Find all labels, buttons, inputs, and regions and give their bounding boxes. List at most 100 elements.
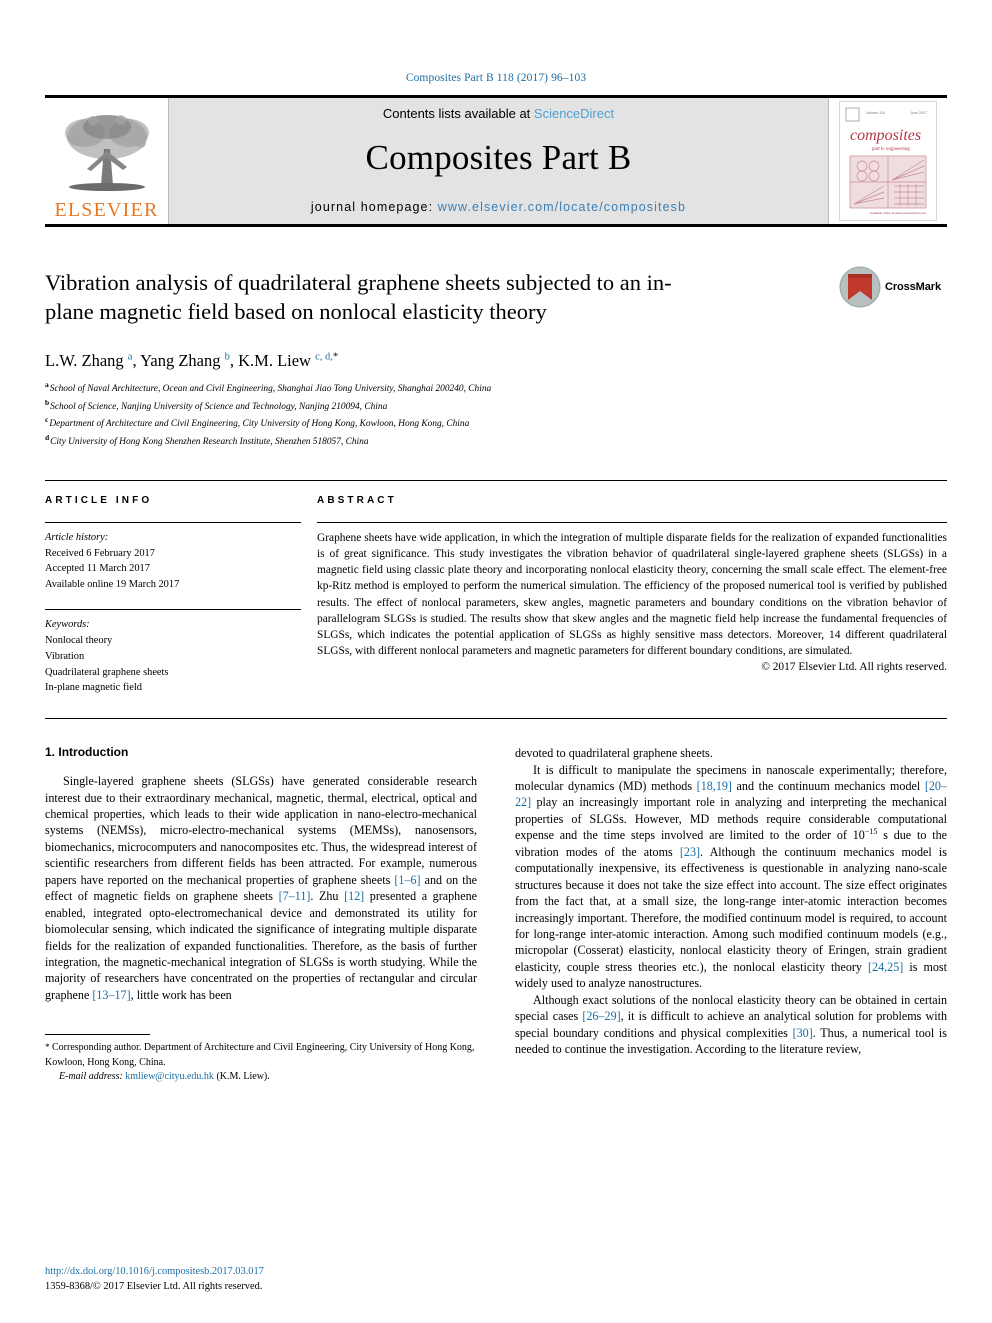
- text-run: . Zhu: [310, 889, 345, 904]
- footnote-email-suffix: (K.M. Liew).: [213, 1071, 270, 1083]
- crossmark-badge[interactable]: CrossMark: [839, 263, 947, 311]
- cover-artwork-icon: Volume 118 June 2017 composites part b: …: [840, 102, 936, 220]
- text-run: presented a graphene enabled, integrated…: [45, 889, 477, 1002]
- affiliation-mark: c: [45, 415, 49, 425]
- body-column-left: 1. Introduction Single-layered graphene …: [45, 745, 477, 1085]
- keyword-item: Nonlocal theory: [45, 634, 113, 646]
- affiliation-text: School of Naval Architecture, Ocean and …: [49, 384, 492, 395]
- svg-text:part b: engineering: part b: engineering: [872, 147, 910, 152]
- affiliation-text: Department of Architecture and Civil Eng…: [49, 419, 470, 430]
- svg-text:composites: composites: [850, 127, 921, 144]
- section-title-text: Introduction: [58, 745, 129, 760]
- journal-cover-thumbnail: Volume 118 June 2017 composites part b: …: [828, 98, 947, 224]
- footnote-email-link[interactable]: kmliew@cityu.edu.hk: [125, 1071, 214, 1082]
- keywords-rule: [45, 609, 301, 611]
- author-1-name: Yang Zhang: [140, 351, 221, 370]
- article-info-column: ARTICLE INFO Article history: Received 6…: [45, 495, 317, 696]
- affiliation-mark: b: [45, 397, 50, 407]
- svg-text:Available online at www.scienc: Available online at www.sciencedirect.co…: [870, 211, 927, 215]
- abstract-heading: ABSTRACT: [317, 494, 397, 506]
- keywords-label: Keywords:: [45, 619, 90, 631]
- text-run: , little work has been: [130, 987, 232, 1002]
- journal-masthead: ELSEVIER Contents lists available at Sci…: [45, 95, 947, 227]
- cover-image: Volume 118 June 2017 composites part b: …: [839, 101, 937, 221]
- footnote-corresponding-text: Corresponding author. Department of Arch…: [45, 1042, 475, 1068]
- journal-homepage-line: journal homepage: www.elsevier.com/locat…: [311, 200, 686, 214]
- journal-article-page: Composites Part B 118 (2017) 96–103 ELSE…: [0, 0, 992, 1323]
- paragraph-intro-3: Although exact solutions of the nonlocal…: [515, 992, 947, 1058]
- issn-copyright-line: 1359-8368/© 2017 Elsevier Ltd. All right…: [45, 1281, 263, 1293]
- article-info-rule: [45, 521, 301, 523]
- page-title: Vibration analysis of quadrilateral grap…: [45, 270, 672, 324]
- author-sep-1: ,: [229, 351, 239, 370]
- author-sep-0: ,: [132, 351, 141, 370]
- svg-text:June 2017: June 2017: [910, 111, 927, 115]
- citation-link[interactable]: [12]: [344, 889, 364, 903]
- sciencedirect-link[interactable]: ScienceDirect: [534, 106, 614, 121]
- elsevier-wordmark: ELSEVIER: [54, 199, 159, 221]
- footnote-email-line: E-mail address: kmliew@cityu.edu.hk (K.M…: [45, 1070, 477, 1085]
- author-list: L.W. Zhang a, Yang Zhang b, K.M. Liew c,…: [45, 351, 947, 371]
- body-separator-rule: [45, 718, 947, 720]
- affiliation-list: aSchool of Naval Architecture, Ocean and…: [45, 379, 947, 450]
- citation-link[interactable]: [7–11]: [279, 889, 311, 903]
- contents-prefix: Contents lists available at: [382, 106, 534, 121]
- affiliation-row: bSchool of Science, Nanjing University o…: [45, 397, 947, 415]
- footnote-email-label: E-mail address:: [59, 1071, 123, 1083]
- section-heading-introduction: 1. Introduction: [45, 745, 477, 759]
- text-run: and the continuum mechanics model: [731, 779, 925, 793]
- title-block: Vibration analysis of quadrilateral grap…: [45, 266, 947, 335]
- affiliation-mark: d: [45, 433, 50, 443]
- affiliation-row: dCity University of Hong Kong Shenzhen R…: [45, 432, 947, 450]
- author-2-name: K.M. Liew: [238, 351, 311, 370]
- paragraph-intro-2: It is difficult to manipulate the specim…: [515, 762, 947, 992]
- paragraph-intro-continued: devoted to quadrilateral graphene sheets…: [515, 746, 713, 761]
- citation-link[interactable]: [30]: [793, 1026, 813, 1040]
- affiliation-text: City University of Hong Kong Shenzhen Re…: [50, 437, 369, 448]
- affiliation-row: cDepartment of Architecture and Civil En…: [45, 414, 947, 432]
- article-history-label: Article history:: [45, 531, 109, 543]
- elsevier-logo: ELSEVIER: [45, 98, 169, 224]
- elsevier-tree-icon: [64, 115, 149, 191]
- svg-text:Volume 118: Volume 118: [866, 111, 885, 115]
- keyword-item: Vibration: [45, 650, 85, 662]
- article-history-item: Received 6 February 2017: [45, 547, 155, 559]
- article-history-item: Available online 19 March 2017: [45, 579, 180, 591]
- citation-link[interactable]: [1–6]: [394, 873, 420, 887]
- author-0: L.W. Zhang a: [45, 351, 132, 370]
- corresponding-author-mark[interactable]: *: [333, 352, 338, 363]
- article-history-block: Article history: Received 6 February 201…: [45, 530, 301, 593]
- text-run: . Although the continuum mechanics model…: [515, 844, 947, 974]
- article-info-heading: ARTICLE INFO: [45, 494, 153, 506]
- page-footer: http://dx.doi.org/10.1016/j.compositesb.…: [45, 1264, 264, 1295]
- affiliation-row: aSchool of Naval Architecture, Ocean and…: [45, 379, 947, 397]
- exponent: −15: [864, 827, 878, 837]
- body-columns: 1. Introduction Single-layered graphene …: [45, 745, 947, 1085]
- masthead-center: Contents lists available at ScienceDirec…: [169, 98, 828, 224]
- footnote-corresponding-line: * Corresponding author. Department of Ar…: [45, 1041, 477, 1070]
- body-column-right: devoted to quadrilateral graphene sheets…: [515, 745, 947, 1085]
- citation-link[interactable]: [26–29]: [582, 1009, 620, 1023]
- citation-link[interactable]: [18,19]: [697, 779, 732, 793]
- text-run: Single-layered graphene sheets (SLGSs) h…: [45, 774, 477, 887]
- keywords-block: Keywords: Nonlocal theory Vibration Quad…: [45, 617, 301, 696]
- article-history-item: Accepted 11 March 2017: [45, 563, 150, 575]
- citation-link[interactable]: [23]: [680, 845, 700, 859]
- footnote-rule: [45, 1034, 150, 1036]
- crossmark-label: CrossMark: [885, 281, 941, 293]
- homepage-url-link[interactable]: www.elsevier.com/locate/compositesb: [438, 200, 686, 214]
- author-2-marks[interactable]: c, d,: [315, 352, 333, 363]
- abstract-rule: [317, 521, 947, 523]
- paragraph-intro-1: Single-layered graphene sheets (SLGSs) h…: [45, 773, 477, 1003]
- contents-available-line: Contents lists available at ScienceDirec…: [383, 106, 614, 121]
- keyword-item: Quadrilateral graphene sheets: [45, 666, 169, 678]
- author-2: K.M. Liew c, d,*: [238, 351, 338, 370]
- author-0-name: L.W. Zhang: [45, 351, 124, 370]
- info-abstract-region: ARTICLE INFO Article history: Received 6…: [45, 479, 947, 696]
- citation-link[interactable]: [24,25]: [868, 960, 903, 974]
- abstract-text: Graphene sheets have wide application, i…: [317, 531, 947, 658]
- doi-link[interactable]: http://dx.doi.org/10.1016/j.compositesb.…: [45, 1264, 264, 1280]
- citation-link[interactable]: [13–17]: [92, 988, 130, 1002]
- keyword-item: In-plane magnetic field: [45, 682, 142, 694]
